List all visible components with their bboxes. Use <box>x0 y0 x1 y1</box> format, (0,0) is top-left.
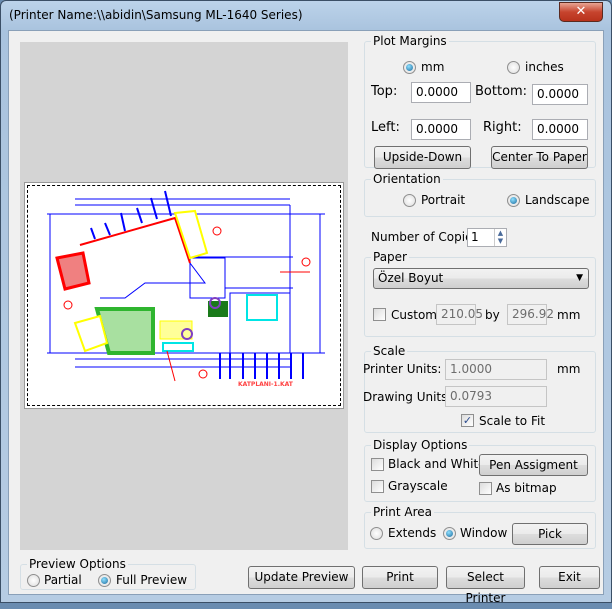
window-label: Window <box>460 526 508 540</box>
paper-unit-label: mm <box>557 308 581 322</box>
paper-size-value: Özel Boyut <box>378 271 444 285</box>
as-bitmap-label: As bitmap <box>496 481 557 495</box>
landscape-radio[interactable] <box>507 194 520 207</box>
paper-size-dropdown[interactable]: Özel Boyut ▼ <box>373 268 589 289</box>
print-area-label: Print Area <box>371 505 435 519</box>
drawing-preview: KATPLANI-1.KAT <box>47 190 325 388</box>
left-margin-input[interactable]: 0.0000 <box>411 119 471 140</box>
window-radio[interactable] <box>443 527 456 540</box>
black-white-checkbox[interactable] <box>371 458 384 471</box>
plot-margins-label: Plot Margins <box>371 34 449 48</box>
scale-to-fit-label: Scale to Fit <box>479 414 546 428</box>
partial-radio[interactable] <box>27 574 40 587</box>
portrait-radio[interactable] <box>403 194 416 207</box>
full-preview-label: Full Preview <box>116 573 188 587</box>
upside-down-button[interactable]: Upside-Down <box>374 146 471 169</box>
print-button[interactable]: Print <box>362 566 438 589</box>
mm-radio[interactable] <box>403 61 416 74</box>
paper-width-input[interactable]: 210.05 <box>436 304 483 325</box>
chevron-down-icon: ▼ <box>576 273 583 283</box>
bottom-label: Bottom: <box>475 84 528 99</box>
bottom-margin-input[interactable]: 0.0000 <box>532 84 588 105</box>
mm-label: mm <box>421 60 445 74</box>
display-options-label: Display Options <box>371 438 470 452</box>
scale-to-fit-checkbox[interactable]: ✓ <box>461 414 474 427</box>
right-label: Right: <box>483 120 522 135</box>
window-title: (Printer Name:\\abidin\Samsung ML-1640 S… <box>9 8 303 22</box>
grayscale-label: Grayscale <box>388 479 448 493</box>
drawing-units-input[interactable]: 0.0793 <box>445 386 547 407</box>
orientation-group: Orientation Portrait Landscape <box>364 172 596 217</box>
custom-checkbox[interactable] <box>373 308 386 321</box>
grayscale-checkbox[interactable] <box>371 480 384 493</box>
display-options-group: Display Options Black and White Pen Assi… <box>364 438 596 502</box>
scale-unit-label: mm <box>557 362 581 376</box>
drawing-label: KATPLANI-1.KAT <box>238 381 294 388</box>
landscape-label: Landscape <box>525 193 590 207</box>
inches-radio[interactable] <box>507 61 520 74</box>
full-preview-radio[interactable] <box>98 574 111 587</box>
left-label: Left: <box>371 120 400 135</box>
extends-label: Extends <box>388 526 437 540</box>
paper-group: Paper Özel Boyut ▼ Custom 210.05 by 296.… <box>364 250 596 337</box>
extends-radio[interactable] <box>370 527 383 540</box>
printer-units-label: Printer Units: <box>363 362 442 376</box>
inches-label: inches <box>525 60 564 74</box>
pick-button[interactable]: Pick <box>512 523 588 545</box>
dialog-client: KATPLANI-1.KAT Plot Margins mm inches To… <box>8 30 604 605</box>
partial-label: Partial <box>44 573 82 587</box>
as-bitmap-checkbox[interactable] <box>479 482 492 495</box>
drawing-units-label: Drawing Units: <box>363 390 452 404</box>
top-margin-input[interactable]: 0.0000 <box>411 82 471 103</box>
exit-button[interactable]: Exit <box>539 566 600 589</box>
scale-group: Scale Printer Units: 1.0000 mm Drawing U… <box>363 344 596 433</box>
top-label: Top: <box>371 84 398 99</box>
copies-spinner[interactable]: ▲ ▼ <box>494 229 506 246</box>
paper-preview: KATPLANI-1.KAT <box>24 182 344 409</box>
portrait-label: Portrait <box>421 193 466 207</box>
orientation-label: Orientation <box>371 172 443 186</box>
black-white-label: Black and White <box>388 457 486 471</box>
close-button[interactable]: ✕ <box>559 2 603 22</box>
preview-options-group: Preview Options Partial Full Preview <box>20 557 196 590</box>
paper-height-input[interactable]: 296.92 <box>507 304 554 325</box>
right-margin-input[interactable]: 0.0000 <box>532 119 588 140</box>
preview-panel: KATPLANI-1.KAT <box>20 42 348 550</box>
center-to-paper-button[interactable]: Center To Paper <box>491 146 588 169</box>
print-area-group: Print Area Extends Window Pick <box>364 505 596 549</box>
pen-assignment-button[interactable]: Pen Assigment <box>479 454 588 476</box>
scale-label: Scale <box>371 344 408 358</box>
select-printer-button[interactable]: Select Printer <box>446 566 525 605</box>
paper-label: Paper <box>371 250 409 264</box>
printer-units-input[interactable]: 1.0000 <box>445 359 547 380</box>
update-preview-button[interactable]: Update Preview <box>248 566 355 589</box>
custom-label: Custom <box>391 308 437 322</box>
by-label: by <box>485 308 500 322</box>
plot-margins-group: Plot Margins mm inches Top: 0.0000 Botto… <box>364 34 596 169</box>
preview-options-label: Preview Options <box>27 557 128 571</box>
